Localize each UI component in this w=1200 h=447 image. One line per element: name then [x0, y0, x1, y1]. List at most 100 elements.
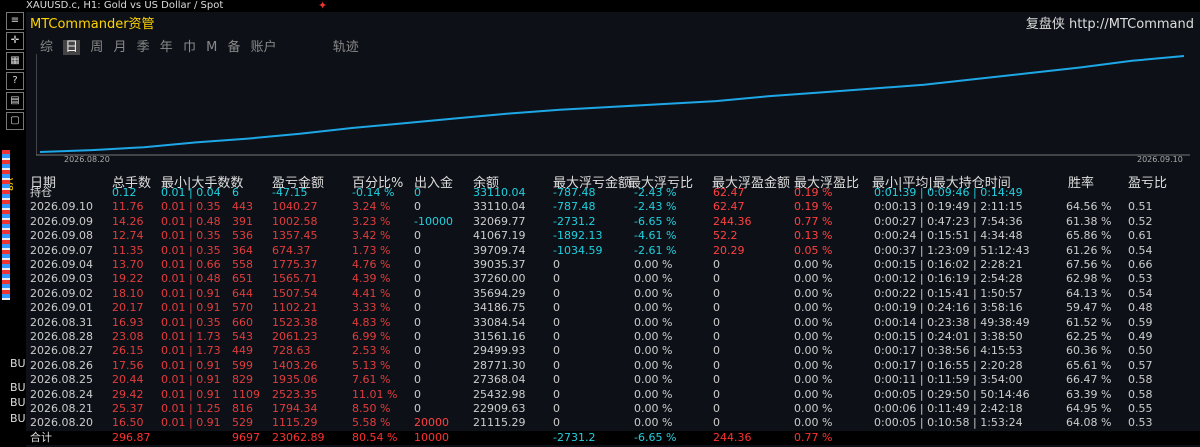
tab-day[interactable]: 日	[63, 40, 81, 55]
cell-cnt: 536	[232, 229, 253, 243]
cell-total: 16.93	[112, 315, 144, 329]
cell-total: 11.76	[112, 200, 144, 214]
cell-wr: 63.39 %	[1066, 387, 1112, 401]
cell-hold: 0:01:39 | 0:09:46 | 0:14:49	[874, 186, 1023, 199]
cell-min: 0.01 | 0.35	[161, 200, 221, 214]
cell-wr: 64.95 %	[1066, 402, 1112, 415]
cell-cnt: 391	[232, 214, 253, 228]
cell-wr: 59.47 %	[1066, 301, 1112, 315]
table-row[interactable]: 2026.09.10 11.76 0.01 | 0.35 443 1040.27 3.24…	[0, 200, 1200, 214]
alert-icon[interactable]: ✦	[318, 0, 327, 12]
tab-quarter[interactable]: 季	[137, 40, 150, 55]
cell-mfw: 0	[713, 344, 720, 358]
tab-overview[interactable]: 综	[40, 40, 53, 55]
cell-total: 16.50	[112, 416, 144, 430]
grid-icon[interactable]: ▦	[6, 52, 24, 70]
cell-pnl: 2523.35	[272, 387, 318, 401]
cell-min: 0.01 | 0.66	[161, 258, 221, 271]
cell-mflp: -6.65 %	[634, 430, 677, 444]
cell-mfl: 0	[553, 344, 560, 358]
cell-bal: 21115.29	[473, 416, 526, 430]
cell-mfw: 244.36	[713, 214, 752, 228]
cell-inout: 20000	[414, 416, 449, 430]
cell-bal: 27368.04	[473, 373, 526, 387]
cell-mfwp: 0.00 %	[794, 301, 833, 315]
cell-inout: 0	[414, 344, 421, 358]
cell-mfwp: 0.13 %	[794, 229, 833, 243]
help-icon[interactable]: ?	[6, 72, 24, 90]
cell-total: 23.08	[112, 330, 144, 343]
table-row[interactable]: 2026.09.03 19.22 0.01 | 0.48 651 1565.71 4.39…	[0, 272, 1200, 286]
cell-total: 29.42	[112, 387, 144, 401]
tab-month[interactable]: 月	[113, 40, 126, 55]
table-row[interactable]: 2026.08.20 16.50 0.01 | 0.91 529 1115.29 5.58…	[0, 416, 1200, 430]
cell-mflp: 0.00 %	[634, 286, 673, 300]
tab-account[interactable]: 账户	[251, 40, 277, 55]
cell-mfw: 62.47	[713, 186, 745, 199]
cell-hold: 0:00:22 | 0:15:41 | 1:50:57	[874, 286, 1023, 300]
total-row[interactable]: 合计 296.87 9697 23062.89 80.54 % 10000 -2731.2 -…	[0, 430, 1200, 445]
cell-total: 20.44	[112, 373, 144, 387]
table-row[interactable]: 2026.09.08 12.74 0.01 | 0.35 536 1357.45 3.42…	[0, 229, 1200, 243]
cell-mfw: 62.47	[713, 200, 745, 214]
cell-pl: 0.54	[1128, 286, 1153, 300]
tab-track[interactable]: 轨迹	[333, 40, 359, 55]
position-row[interactable]: 持仓 0.12 0.01 | 0.04 6 -47.15 -0.14 % 0 33110.04…	[0, 186, 1200, 200]
tab-year[interactable]: 年	[160, 40, 173, 55]
table-row[interactable]: 2026.09.07 11.35 0.01 | 0.35 364 674.37 1.73 …	[0, 244, 1200, 258]
cell-inout: 10000	[414, 430, 449, 444]
tab-week[interactable]: 周	[90, 40, 103, 55]
cell-bal: 33110.04	[473, 200, 526, 214]
table-row[interactable]: 2026.09.04 13.70 0.01 | 0.66 558 1775.37 4.76…	[0, 258, 1200, 272]
cell-min: 0.01 | 0.35	[161, 315, 221, 329]
table-row[interactable]: 2026.09.02 18.10 0.01 | 0.91 644 1507.54 4.41…	[0, 287, 1200, 301]
cell-mfw: 0	[713, 373, 720, 387]
cell-wr: 65.61 %	[1066, 358, 1112, 372]
cell-min: 0.01 | 0.91	[161, 301, 221, 315]
table-row[interactable]: 2026.08.31 16.93 0.01 | 0.35 660 1523.38 4.83…	[0, 316, 1200, 330]
tab-note[interactable]: 备	[227, 40, 240, 55]
list-icon[interactable]: ≡	[6, 12, 24, 30]
table-row[interactable]: 2026.08.28 23.08 0.01 | 1.73 543 2061.23 6.99…	[0, 330, 1200, 344]
cell-total: 13.70	[112, 258, 144, 271]
cell-mfl: -2731.2	[553, 214, 596, 228]
cell-min: 0.01 | 0.35	[161, 229, 221, 243]
cell-cnt: 599	[232, 358, 253, 372]
table-row[interactable]: 2026.09.09 14.26 0.01 | 0.48 391 1002.58 3.23…	[0, 215, 1200, 229]
cell-bal: 35694.29	[473, 286, 526, 300]
cell-date: 2026.09.09	[30, 214, 93, 228]
table-icon[interactable]: ▤	[6, 92, 24, 110]
brand-link[interactable]: 复盘侠 http://MTCommand	[1026, 13, 1194, 32]
cell-inout: 0	[414, 402, 421, 415]
cell-cnt: 570	[232, 301, 253, 315]
cell-pnl: 1040.27	[272, 200, 318, 214]
cell-pnl: 23062.89	[272, 430, 325, 444]
table-row[interactable]: 2026.08.24 29.42 0.01 | 0.91 1109 2523.35 11.…	[0, 388, 1200, 402]
cell-mfw: 0	[713, 258, 720, 271]
cell-inout: 0	[414, 315, 421, 329]
cell-mfl: 0	[553, 315, 560, 329]
cell-pl: 0.58	[1128, 387, 1153, 401]
table-row[interactable]: 2026.08.27 26.15 0.01 | 1.73 449 728.63 2.53 …	[0, 344, 1200, 358]
cell-pnl: 728.63	[272, 344, 311, 358]
cell-date: 2026.09.07	[30, 243, 93, 257]
cell-bal: 33084.54	[473, 315, 526, 329]
cell-pct: 3.42 %	[352, 229, 391, 243]
cell-pl: 0.59	[1128, 315, 1153, 329]
table-row[interactable]: 2026.08.26 17.56 0.01 | 0.91 599 1403.26 5.13…	[0, 359, 1200, 373]
frame-icon[interactable]: ▢	[6, 112, 24, 130]
cell-pct: 6.99 %	[352, 330, 391, 343]
table-row[interactable]: 2026.08.25 20.44 0.01 | 0.91 829 1935.06 7.61…	[0, 373, 1200, 387]
table-row[interactable]: 2026.09.01 20.17 0.01 | 0.91 570 1102.21 3.33…	[0, 301, 1200, 315]
cell-cnt: 644	[232, 286, 253, 300]
cell-pct: 5.58 %	[352, 416, 391, 430]
move-icon[interactable]: ✛	[6, 32, 24, 50]
cell-bal: 25432.98	[473, 387, 526, 401]
cell-bal: 31561.16	[473, 330, 526, 343]
tab-magic[interactable]: M	[206, 40, 217, 55]
cell-inout: 0	[414, 358, 421, 372]
table-row[interactable]: 2026.08.21 25.37 0.01 | 1.25 816 1794.34 8.50…	[0, 402, 1200, 416]
tab-symbol[interactable]: 巾	[183, 40, 196, 55]
cell-mfl: 0	[553, 402, 560, 415]
cell-total: 12.74	[112, 229, 144, 243]
